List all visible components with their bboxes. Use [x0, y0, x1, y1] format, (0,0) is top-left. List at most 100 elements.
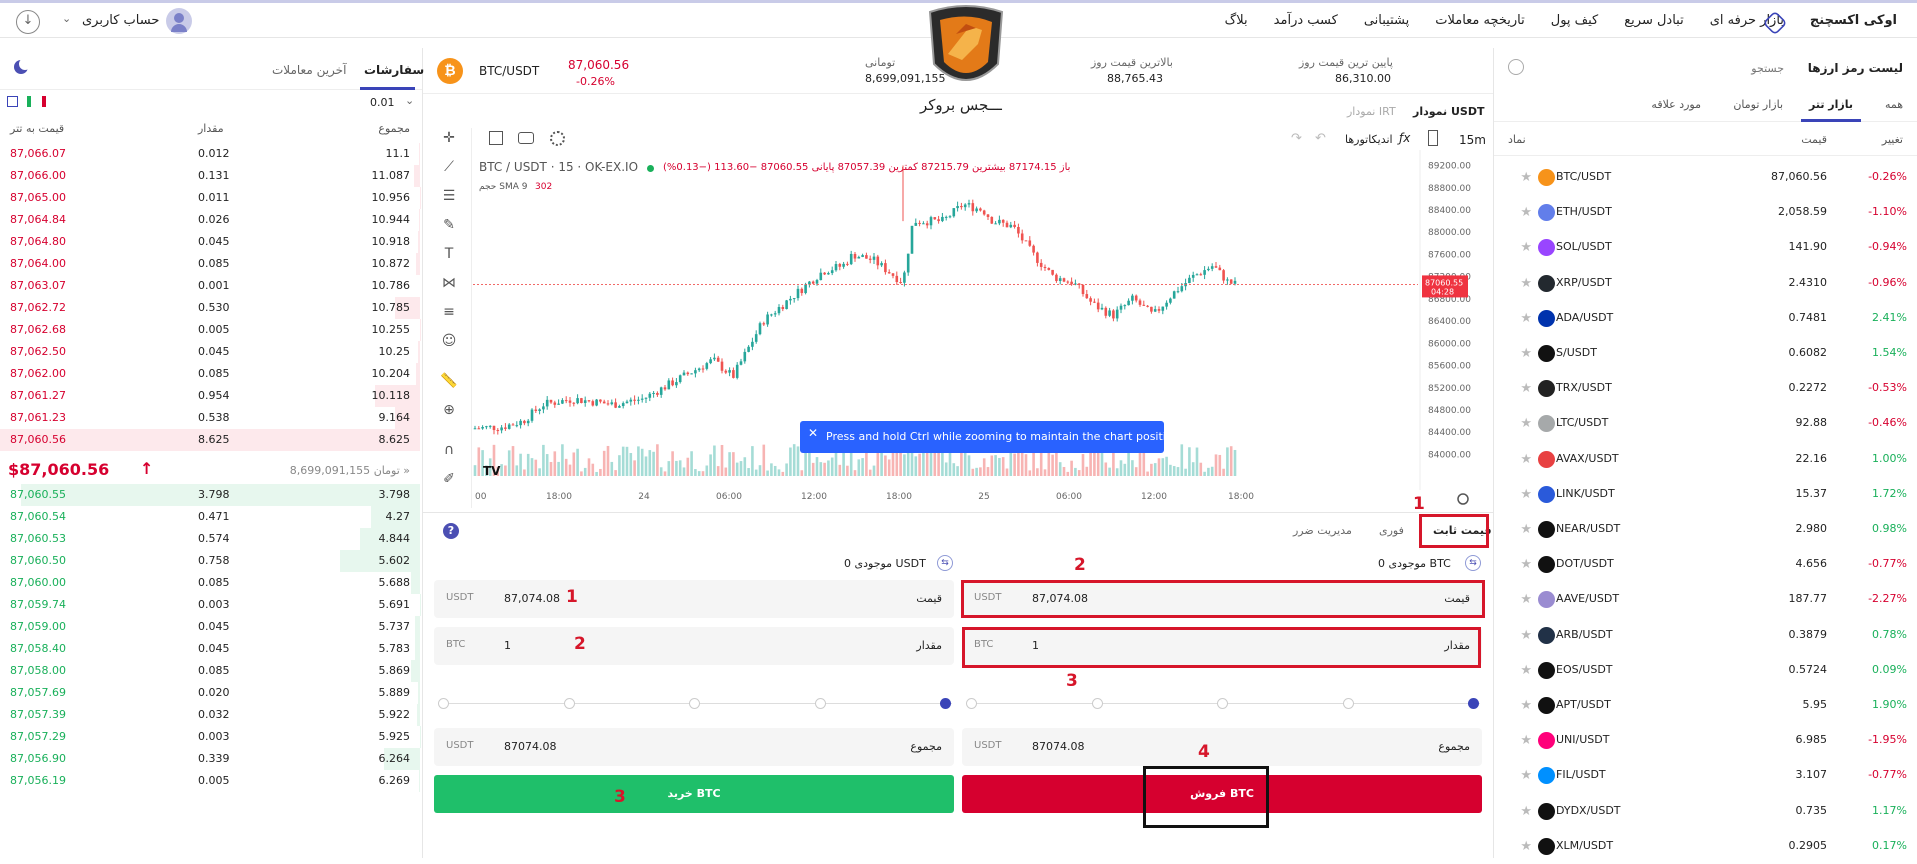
fullscreen-icon[interactable] — [489, 131, 503, 145]
market-row[interactable]: ★AAVE/USDT187.77-2.27% — [1494, 582, 1917, 617]
fib-icon[interactable]: ☰ — [438, 188, 460, 210]
ask-row[interactable]: 87,065.000.01110.956 — [0, 187, 420, 209]
indicators-button[interactable]: اندیکاتورها — [1345, 133, 1393, 146]
market-row[interactable]: ★ETH/USDT2,058.59-1.10% — [1494, 195, 1917, 230]
nav-swap[interactable]: تبادل سریع — [1624, 13, 1683, 28]
tradingview-logo[interactable]: TV — [483, 464, 501, 478]
chevron-down-icon[interactable]: ⌄ — [62, 12, 71, 25]
ask-row[interactable]: 87,064.800.04510.918 — [0, 231, 420, 253]
brush-icon[interactable]: ✎ — [438, 217, 460, 239]
slider-step[interactable] — [1217, 698, 1228, 709]
ask-row[interactable]: 87,061.270.95410.118 — [0, 385, 420, 407]
slider-step[interactable] — [564, 698, 575, 709]
ask-row[interactable]: 87,060.568.6258.625 — [0, 429, 420, 451]
ask-row[interactable]: 87,064.000.08510.872 — [0, 253, 420, 275]
star-icon[interactable]: ★ — [1520, 311, 1532, 326]
slider-step[interactable] — [966, 698, 977, 709]
market-row[interactable]: ★FIL/USDT3.107-0.77% — [1494, 758, 1917, 793]
star-icon[interactable]: ★ — [1520, 592, 1532, 607]
ask-row[interactable]: 87,062.500.04510.25 — [0, 341, 420, 363]
trendline-icon[interactable]: ⟋ — [438, 159, 460, 181]
market-row[interactable]: ★ARB/USDT0.38790.78% — [1494, 618, 1917, 653]
buy-btc-button[interactable]: خرید BTC — [434, 775, 954, 813]
undo-icon[interactable]: ↶ — [1315, 131, 1326, 146]
zoom-in-icon[interactable]: ⊕ — [438, 402, 460, 424]
camera-icon[interactable] — [518, 132, 534, 144]
buy-price-value[interactable]: 87,074.08 — [504, 592, 560, 605]
view-bids-icon[interactable] — [27, 96, 31, 107]
account-menu[interactable]: حساب کاربری — [82, 13, 159, 28]
help-icon[interactable]: ? — [443, 523, 459, 539]
market-row[interactable]: ★DOT/USDT4.656-0.77% — [1494, 547, 1917, 582]
slider-step[interactable] — [1092, 698, 1103, 709]
slider-step[interactable] — [689, 698, 700, 709]
precision-select[interactable]: 0.01 — [370, 96, 395, 109]
star-icon[interactable]: ★ — [1520, 487, 1532, 502]
measure-icon[interactable]: 📏 — [438, 373, 460, 395]
interval-select[interactable]: 15m — [1459, 133, 1486, 147]
nav-blog[interactable]: بلاگ — [1225, 13, 1248, 28]
bid-row[interactable]: 87,059.740.0035.691 — [0, 594, 420, 616]
star-icon[interactable]: ★ — [1520, 276, 1532, 291]
nav-earn[interactable]: کسب درآمد — [1274, 13, 1338, 28]
slider-step[interactable] — [438, 698, 449, 709]
col-price[interactable]: قیمت — [1801, 133, 1827, 146]
buy-total-value[interactable]: 87074.08 — [504, 740, 557, 753]
search-input[interactable] — [1534, 58, 1784, 78]
sell-total-field[interactable]: USDT 87074.08 مجموع — [962, 728, 1482, 766]
brand-logo[interactable]: اوکی اکسچنج — [1810, 13, 1897, 28]
bid-row[interactable]: 87,057.390.0325.922 — [0, 704, 420, 726]
market-row[interactable]: ★APT/USDT5.951.90% — [1494, 688, 1917, 723]
tab-chart-irt[interactable]: نمودار IRT — [1347, 105, 1396, 118]
gear-icon[interactable] — [550, 131, 565, 146]
bid-row[interactable]: 87,057.290.0035.925 — [0, 726, 420, 748]
redo-icon[interactable]: ↷ — [1291, 131, 1302, 146]
buy-amount-value[interactable]: 1 — [504, 639, 511, 652]
buy-total-field[interactable]: USDT 87074.08 مجموع — [434, 728, 954, 766]
avatar[interactable] — [166, 8, 192, 34]
market-row[interactable]: ★SOL/USDT141.90-0.94% — [1494, 230, 1917, 265]
slider-step[interactable] — [1343, 698, 1354, 709]
star-icon[interactable]: ★ — [1520, 804, 1532, 819]
market-row[interactable]: ★DYDX/USDT0.7351.17% — [1494, 794, 1917, 829]
star-icon[interactable]: ★ — [1520, 663, 1532, 678]
star-icon[interactable]: ★ — [1520, 240, 1532, 255]
bid-row[interactable]: 87,056.190.0056.269 — [0, 770, 420, 792]
tab-orders[interactable]: سفارشات — [364, 63, 424, 77]
ask-row[interactable]: 87,061.230.5389.164 — [0, 407, 420, 429]
bid-row[interactable]: 87,057.690.0205.889 — [0, 682, 420, 704]
star-icon[interactable]: ★ — [1520, 522, 1532, 537]
star-icon[interactable]: ★ — [1520, 346, 1532, 361]
ask-row[interactable]: 87,063.070.00110.786 — [0, 275, 420, 297]
tab-chart-usdt[interactable]: نمودار USDT — [1413, 105, 1484, 118]
search-icon[interactable] — [1508, 59, 1524, 75]
tab-instant[interactable]: فوری — [1379, 524, 1404, 537]
text-icon[interactable]: T — [438, 246, 460, 268]
emoji-icon[interactable]: ☺ — [438, 333, 460, 355]
ticker-pair[interactable]: BTC/USDT — [479, 64, 539, 78]
sell-total-value[interactable]: 87074.08 — [1032, 740, 1085, 753]
moon-icon[interactable] — [14, 60, 28, 74]
ask-row[interactable]: 87,062.720.53010.785 — [0, 297, 420, 319]
star-icon[interactable]: ★ — [1520, 205, 1532, 220]
star-icon[interactable]: ★ — [1520, 698, 1532, 713]
nav-support[interactable]: پشتیبانی — [1364, 13, 1409, 28]
nav-trade-history[interactable]: تاریخچه معاملات — [1435, 13, 1525, 28]
pattern-icon[interactable]: ⋈ — [438, 275, 460, 297]
ask-row[interactable]: 87,062.680.00510.255 — [0, 319, 420, 341]
buy-price-field[interactable]: USDT 87,074.08 قیمت — [434, 580, 954, 618]
market-row[interactable]: ★EOS/USDT0.57240.09% — [1494, 653, 1917, 688]
download-icon[interactable]: ↓ — [16, 10, 40, 34]
star-icon[interactable]: ★ — [1520, 768, 1532, 783]
ask-row[interactable]: 87,066.000.13111.087 — [0, 165, 420, 187]
gear-icon[interactable] — [1458, 494, 1468, 504]
magnet-icon[interactable]: ∩ — [438, 442, 460, 464]
nav-wallet[interactable]: کیف پول — [1551, 13, 1598, 28]
star-icon[interactable]: ★ — [1520, 839, 1532, 854]
tab-stop-loss[interactable]: مدیریت ضرر — [1293, 524, 1352, 537]
bid-row[interactable]: 87,060.500.7585.602 — [0, 550, 420, 572]
bid-row[interactable]: 87,058.000.0855.869 — [0, 660, 420, 682]
star-icon[interactable]: ★ — [1520, 733, 1532, 748]
fx-icon[interactable]: ƒx — [1399, 131, 1410, 145]
market-row[interactable]: ★BTC/USDT87,060.56-0.26% — [1494, 160, 1917, 195]
